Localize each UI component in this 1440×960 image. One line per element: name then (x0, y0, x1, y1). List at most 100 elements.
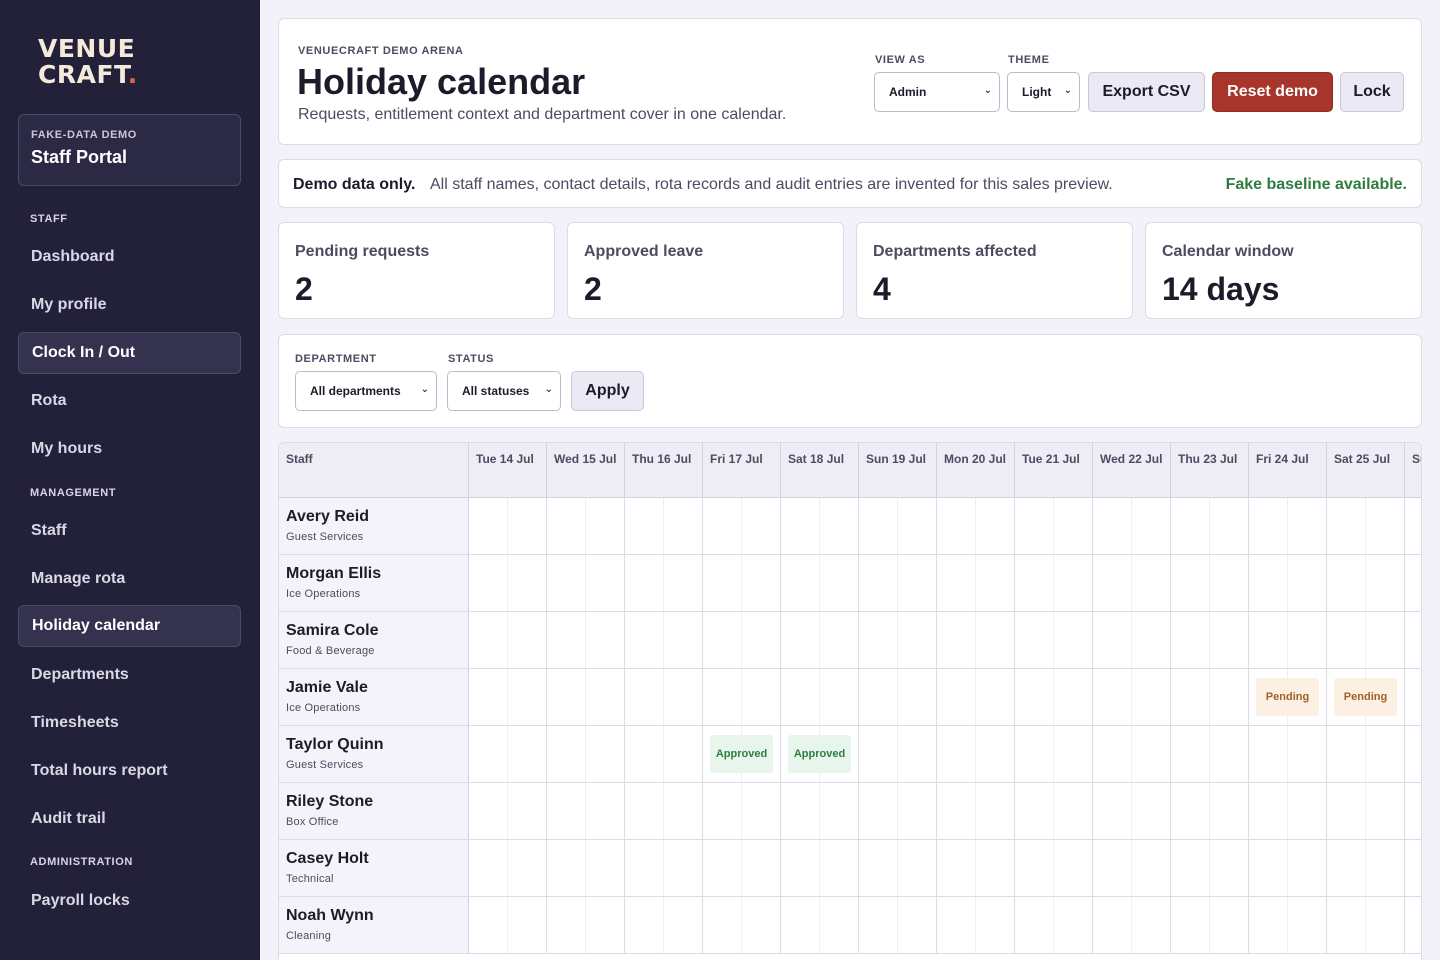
day-cell[interactable] (1093, 498, 1171, 554)
leave-status-badge[interactable]: Approved (788, 735, 851, 773)
day-cell[interactable]: Pending (1327, 669, 1405, 725)
lock-button[interactable]: Lock (1340, 72, 1404, 112)
day-cell[interactable] (625, 783, 703, 839)
day-cell[interactable] (1327, 498, 1405, 554)
day-cell[interactable] (469, 669, 547, 725)
sidebar-item-total-hours-report[interactable]: Total hours report (18, 750, 241, 792)
day-cell[interactable] (859, 555, 937, 611)
staff-cell[interactable]: Samira Cole Food & Beverage (279, 612, 469, 668)
day-cell[interactable] (937, 498, 1015, 554)
day-cell[interactable] (1249, 726, 1327, 782)
day-cell[interactable] (1171, 783, 1249, 839)
day-cell[interactable] (859, 669, 937, 725)
day-cell[interactable] (937, 726, 1015, 782)
day-cell[interactable] (781, 555, 859, 611)
leave-status-badge[interactable]: Pending (1334, 678, 1397, 716)
sidebar-item-audit-trail[interactable]: Audit trail (18, 798, 241, 840)
view-as-select[interactable]: Admin ⌄ (874, 72, 1000, 112)
day-cell[interactable] (469, 612, 547, 668)
staff-cell[interactable]: Avery Reid Guest Services (279, 498, 469, 554)
day-cell[interactable] (1015, 897, 1093, 953)
day-cell[interactable] (1093, 783, 1171, 839)
day-cell[interactable] (859, 612, 937, 668)
day-cell[interactable] (703, 840, 781, 896)
day-cell[interactable] (1093, 669, 1171, 725)
day-cell[interactable] (1327, 897, 1405, 953)
day-cell[interactable] (781, 840, 859, 896)
day-cell[interactable] (859, 897, 937, 953)
staff-cell[interactable]: Casey Holt Technical (279, 840, 469, 896)
day-cell[interactable] (1249, 555, 1327, 611)
day-cell[interactable]: Pending (1249, 669, 1327, 725)
day-cell[interactable] (1249, 612, 1327, 668)
day-cell[interactable] (547, 897, 625, 953)
day-cell[interactable] (859, 840, 937, 896)
status-filter-select[interactable]: All statuses ⌄ (447, 371, 561, 411)
day-cell[interactable] (781, 669, 859, 725)
day-cell[interactable] (1093, 726, 1171, 782)
day-cell[interactable] (1249, 840, 1327, 896)
day-cell[interactable] (625, 726, 703, 782)
staff-cell[interactable]: Jamie Vale Ice Operations (279, 669, 469, 725)
day-cell[interactable] (625, 555, 703, 611)
sidebar-item-departments[interactable]: Departments (18, 654, 241, 696)
reset-demo-button[interactable]: Reset demo (1212, 72, 1333, 112)
day-cell[interactable] (1015, 783, 1093, 839)
day-cell[interactable] (1093, 612, 1171, 668)
day-cell[interactable]: Approved (781, 726, 859, 782)
day-cell[interactable] (625, 840, 703, 896)
day-cell[interactable] (625, 669, 703, 725)
day-cell[interactable] (937, 555, 1015, 611)
leave-status-badge[interactable]: Pending (1256, 678, 1319, 716)
day-cell[interactable] (1015, 555, 1093, 611)
staff-cell[interactable]: Noah Wynn Cleaning (279, 897, 469, 953)
day-cell[interactable] (469, 840, 547, 896)
theme-select[interactable]: Light ⌄ (1007, 72, 1080, 112)
sidebar-item-rota[interactable]: Rota (18, 380, 241, 422)
day-cell[interactable] (1249, 897, 1327, 953)
day-cell[interactable] (1093, 555, 1171, 611)
day-cell[interactable] (703, 612, 781, 668)
apply-filters-button[interactable]: Apply (571, 371, 644, 411)
day-cell[interactable] (1093, 840, 1171, 896)
sidebar-item-holiday-calendar[interactable]: Holiday calendar (18, 605, 241, 647)
day-cell[interactable] (547, 555, 625, 611)
day-cell[interactable] (625, 897, 703, 953)
day-cell[interactable] (781, 612, 859, 668)
day-cell[interactable] (781, 498, 859, 554)
sidebar-item-manage-rota[interactable]: Manage rota (18, 558, 241, 600)
day-cell[interactable] (469, 726, 547, 782)
day-cell[interactable] (1015, 669, 1093, 725)
day-cell[interactable] (469, 897, 547, 953)
day-cell[interactable] (937, 612, 1015, 668)
day-cell[interactable] (1015, 726, 1093, 782)
day-cell[interactable] (1015, 498, 1093, 554)
sidebar-item-payroll-locks[interactable]: Payroll locks (18, 880, 241, 922)
day-cell[interactable] (1405, 783, 1421, 839)
day-cell[interactable] (625, 498, 703, 554)
staff-cell[interactable]: Morgan Ellis Ice Operations (279, 555, 469, 611)
day-cell[interactable] (1405, 897, 1421, 953)
day-cell[interactable] (859, 783, 937, 839)
day-cell[interactable] (781, 783, 859, 839)
day-cell[interactable] (1327, 726, 1405, 782)
day-cell[interactable] (937, 669, 1015, 725)
day-cell[interactable] (1093, 897, 1171, 953)
staff-cell[interactable]: Taylor Quinn Guest Services (279, 726, 469, 782)
department-filter-select[interactable]: All departments ⌄ (295, 371, 437, 411)
day-cell[interactable] (1405, 555, 1421, 611)
day-cell[interactable] (1171, 555, 1249, 611)
day-cell[interactable] (859, 726, 937, 782)
day-cell[interactable] (1015, 840, 1093, 896)
staff-cell[interactable]: Riley Stone Box Office (279, 783, 469, 839)
day-cell[interactable] (937, 840, 1015, 896)
day-cell[interactable] (1171, 726, 1249, 782)
day-cell[interactable] (703, 669, 781, 725)
day-cell[interactable] (547, 783, 625, 839)
day-cell[interactable] (1327, 555, 1405, 611)
day-cell[interactable] (1405, 498, 1421, 554)
day-cell[interactable] (703, 555, 781, 611)
day-cell[interactable] (703, 498, 781, 554)
day-cell[interactable] (1327, 783, 1405, 839)
day-cell[interactable] (937, 897, 1015, 953)
